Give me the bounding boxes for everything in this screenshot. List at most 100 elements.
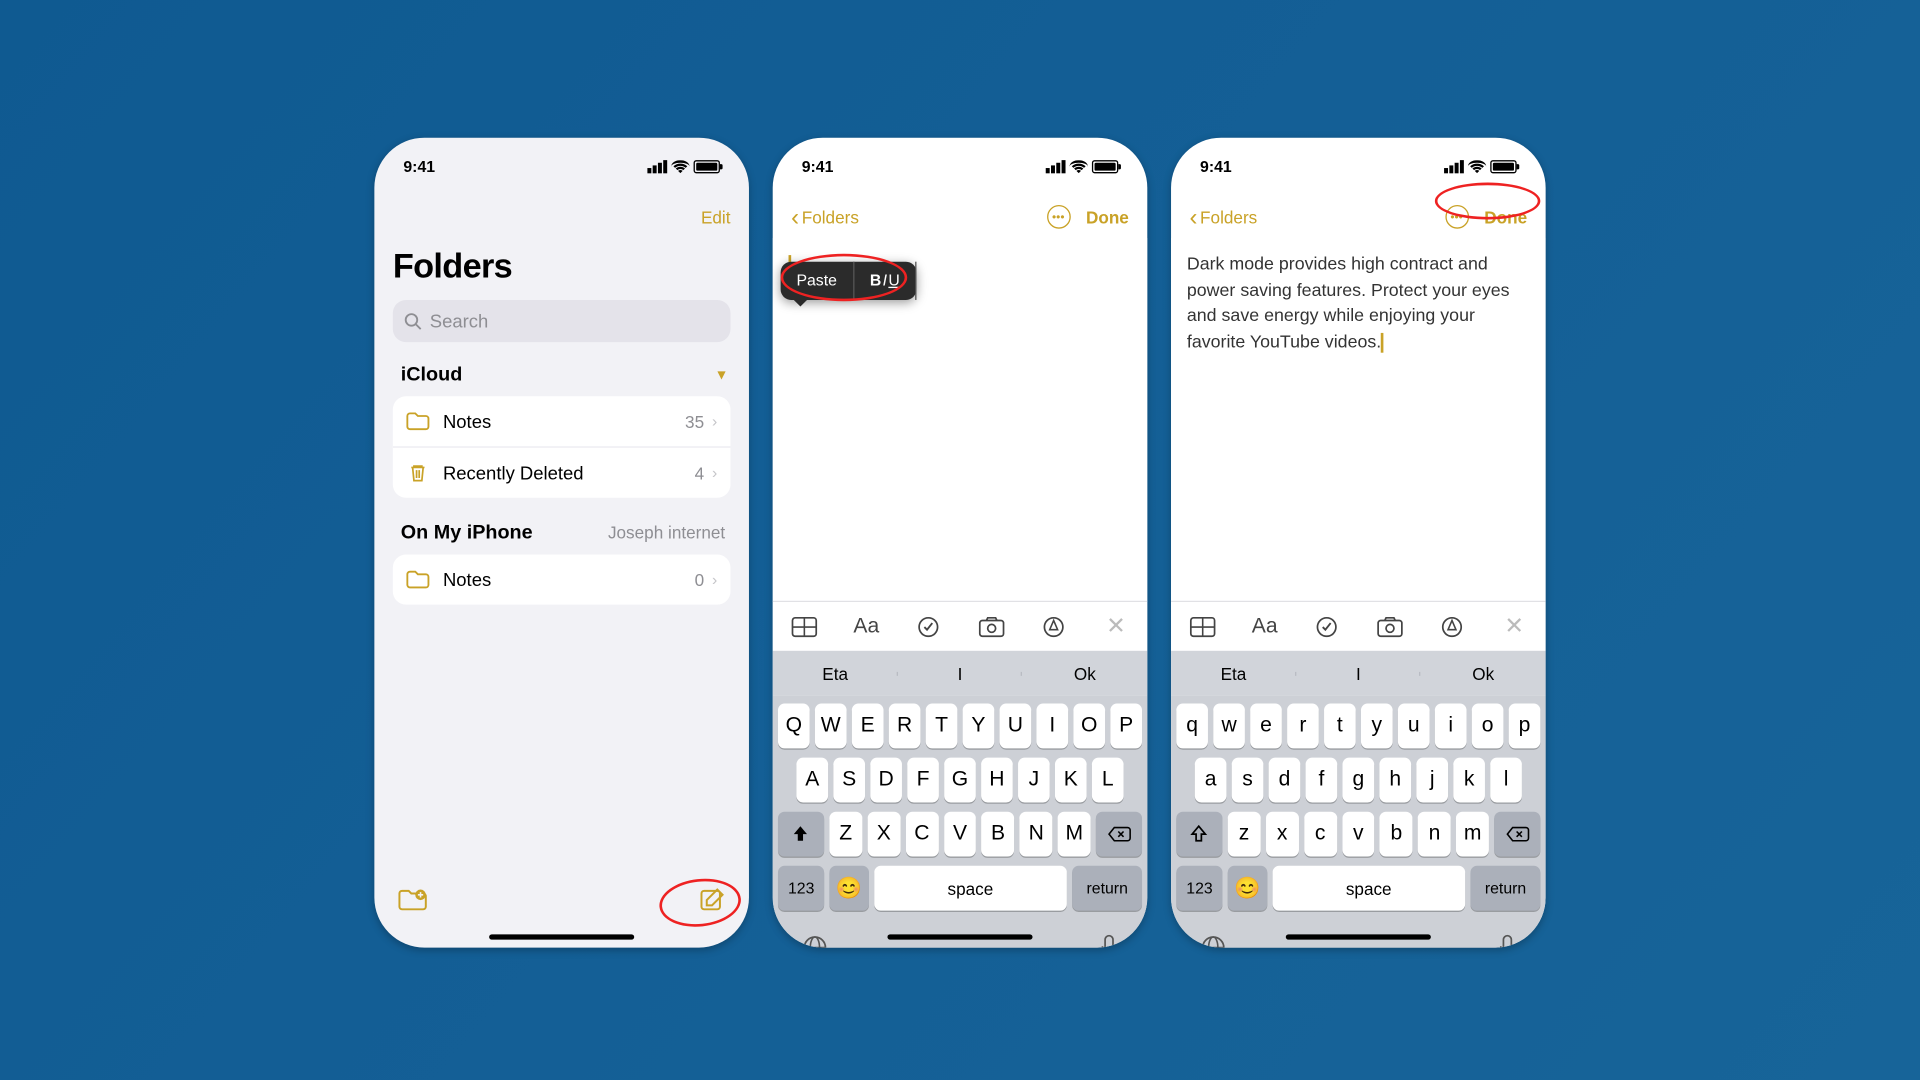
key-g[interactable]: G <box>944 758 976 803</box>
key-k[interactable]: k <box>1453 758 1485 803</box>
key-x[interactable]: x <box>1266 812 1299 857</box>
key-t[interactable]: T <box>926 704 958 749</box>
row-recently-deleted[interactable]: Recently Deleted 4 › <box>393 446 731 497</box>
checklist-icon[interactable] <box>913 611 945 643</box>
back-button[interactable]: ‹Folders <box>1190 205 1258 229</box>
key-m[interactable]: M <box>1058 812 1091 857</box>
emoji-key[interactable]: 😊 <box>830 866 869 911</box>
camera-icon[interactable] <box>1374 611 1406 643</box>
table-icon[interactable] <box>1186 611 1218 643</box>
mic-icon[interactable] <box>1100 934 1118 947</box>
search-input[interactable]: Search <box>393 300 731 342</box>
key-u[interactable]: U <box>1000 704 1032 749</box>
key-w[interactable]: W <box>815 704 847 749</box>
camera-icon[interactable] <box>975 611 1007 643</box>
key-o[interactable]: O <box>1073 704 1105 749</box>
key-z[interactable]: Z <box>829 812 862 857</box>
key-a[interactable]: a <box>1195 758 1227 803</box>
key-g[interactable]: g <box>1343 758 1375 803</box>
ctx-biu[interactable]: BIU <box>854 262 917 301</box>
close-icon[interactable]: ✕ <box>1499 611 1531 643</box>
key-j[interactable]: j <box>1416 758 1448 803</box>
edit-button[interactable]: Edit <box>701 207 731 227</box>
key-e[interactable]: e <box>1250 704 1282 749</box>
key-m[interactable]: m <box>1456 812 1489 857</box>
table-icon[interactable] <box>788 611 820 643</box>
key-i[interactable]: I <box>1037 704 1069 749</box>
more-button[interactable]: ••• <box>1046 205 1070 229</box>
key-i[interactable]: i <box>1435 704 1467 749</box>
key-d[interactable]: D <box>870 758 902 803</box>
key-z[interactable]: z <box>1228 812 1261 857</box>
key-x[interactable]: X <box>867 812 900 857</box>
section-icloud[interactable]: iCloud ▾ <box>393 342 731 396</box>
done-button[interactable]: Done <box>1484 207 1527 227</box>
row-notes[interactable]: Notes 35 › <box>393 396 731 446</box>
key-p[interactable]: P <box>1110 704 1142 749</box>
key-n[interactable]: N <box>1020 812 1053 857</box>
key-c[interactable]: C <box>905 812 938 857</box>
delete-key[interactable] <box>1096 812 1142 857</box>
emoji-key[interactable]: 😊 <box>1228 866 1267 911</box>
delete-key[interactable] <box>1494 812 1540 857</box>
ctx-paste[interactable]: Paste <box>781 262 854 301</box>
note-editor[interactable]: Dark mode provides high contract and pow… <box>1171 238 1546 601</box>
key-s[interactable]: S <box>833 758 865 803</box>
done-button[interactable]: Done <box>1086 207 1129 227</box>
key-k[interactable]: K <box>1055 758 1087 803</box>
key-r[interactable]: R <box>889 704 921 749</box>
more-button[interactable]: ••• <box>1445 205 1469 229</box>
checklist-icon[interactable] <box>1311 611 1343 643</box>
key-n[interactable]: n <box>1418 812 1451 857</box>
key-s[interactable]: s <box>1232 758 1264 803</box>
key-f[interactable]: f <box>1306 758 1338 803</box>
key-p[interactable]: p <box>1509 704 1541 749</box>
shift-key[interactable] <box>778 812 824 857</box>
back-button[interactable]: ‹Folders <box>791 205 859 229</box>
key-y[interactable]: y <box>1361 704 1393 749</box>
key-a[interactable]: A <box>796 758 828 803</box>
key-y[interactable]: Y <box>963 704 995 749</box>
key-d[interactable]: d <box>1269 758 1301 803</box>
return-key[interactable]: return <box>1072 866 1142 911</box>
key-l[interactable]: l <box>1490 758 1522 803</box>
key-q[interactable]: Q <box>778 704 810 749</box>
numbers-key[interactable]: 123 <box>1176 866 1222 911</box>
key-c[interactable]: c <box>1304 812 1337 857</box>
key-b[interactable]: B <box>982 812 1015 857</box>
key-u[interactable]: u <box>1398 704 1430 749</box>
markup-icon[interactable] <box>1038 611 1070 643</box>
key-w[interactable]: w <box>1213 704 1245 749</box>
new-folder-button[interactable] <box>398 888 427 912</box>
suggestion[interactable]: Ok <box>1022 663 1147 683</box>
key-f[interactable]: F <box>907 758 939 803</box>
mic-icon[interactable] <box>1498 934 1516 947</box>
key-t[interactable]: t <box>1324 704 1356 749</box>
note-editor[interactable]: Paste BIU <box>773 238 1148 601</box>
numbers-key[interactable]: 123 <box>778 866 824 911</box>
markup-icon[interactable] <box>1436 611 1468 643</box>
key-h[interactable]: h <box>1379 758 1411 803</box>
shift-key[interactable] <box>1176 812 1222 857</box>
globe-icon[interactable] <box>1200 934 1226 947</box>
key-j[interactable]: J <box>1018 758 1050 803</box>
suggestion[interactable]: Ok <box>1421 663 1546 683</box>
row-local-notes[interactable]: Notes 0 › <box>393 555 731 605</box>
return-key[interactable]: return <box>1471 866 1541 911</box>
close-icon[interactable]: ✕ <box>1100 611 1132 643</box>
key-h[interactable]: H <box>981 758 1013 803</box>
compose-button[interactable] <box>699 887 725 913</box>
space-key[interactable]: space <box>874 866 1067 911</box>
key-o[interactable]: o <box>1472 704 1504 749</box>
suggestion[interactable]: Eta <box>1171 663 1296 683</box>
suggestion[interactable]: I <box>898 663 1023 683</box>
suggestion[interactable]: Eta <box>773 663 898 683</box>
globe-icon[interactable] <box>802 934 828 947</box>
key-q[interactable]: q <box>1176 704 1208 749</box>
text-format-icon[interactable]: Aa <box>851 611 883 643</box>
suggestion[interactable]: I <box>1296 663 1421 683</box>
key-e[interactable]: E <box>852 704 884 749</box>
key-v[interactable]: v <box>1342 812 1375 857</box>
key-r[interactable]: r <box>1287 704 1319 749</box>
key-b[interactable]: b <box>1380 812 1413 857</box>
